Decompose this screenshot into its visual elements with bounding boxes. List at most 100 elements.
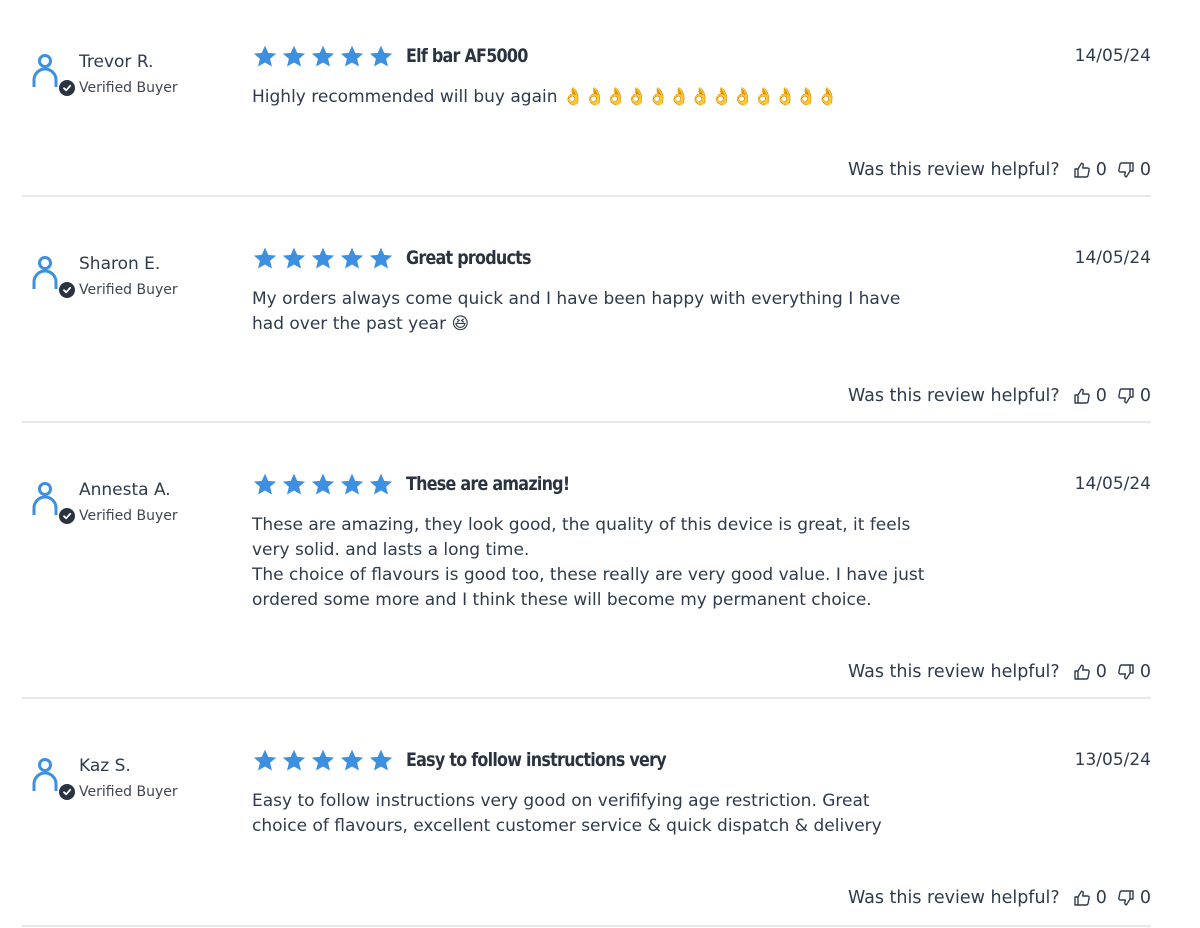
review-item: Kaz S. Verified Buyer Easy to follow ins… xyxy=(22,697,1151,927)
thumbs-down-count: 0 xyxy=(1139,888,1151,908)
review-body: Highly recommended will buy again 👌👌👌👌👌👌… xyxy=(252,87,839,107)
thumbs-up-button[interactable]: 0 xyxy=(1073,662,1107,682)
user-icon xyxy=(32,54,58,87)
verified-check-icon xyxy=(59,80,75,96)
review-content: These are amazing! These are amazing, th… xyxy=(252,469,932,613)
verified-check-icon xyxy=(59,784,75,800)
star-icon xyxy=(340,749,364,770)
avatar xyxy=(32,254,75,298)
thumbs-up-count: 0 xyxy=(1095,888,1107,908)
review-date: 14/05/24 xyxy=(1074,46,1151,66)
thumbs-up-button[interactable]: 0 xyxy=(1073,160,1107,180)
helpful-question: Was this review helpful? xyxy=(847,888,1060,908)
star-icon xyxy=(282,247,306,268)
avatar xyxy=(32,480,75,524)
helpful-prompt: Was this review helpful? 0 0 xyxy=(848,160,1151,180)
thumbs-down-icon xyxy=(1118,162,1134,178)
verified-buyer-label: Verified Buyer xyxy=(79,80,178,96)
helpful-prompt: Was this review helpful? 0 0 xyxy=(848,662,1151,682)
reviewer-name: Kaz S. xyxy=(79,756,131,776)
thumbs-down-count: 0 xyxy=(1139,386,1151,406)
star-icon xyxy=(253,473,277,494)
verified-buyer-label: Verified Buyer xyxy=(79,282,178,298)
review-title: Elf bar AF5000 xyxy=(406,45,528,67)
star-rating xyxy=(252,472,394,497)
user-icon xyxy=(32,256,58,289)
review-item: Annesta A. Verified Buyer These are amaz… xyxy=(22,421,1151,699)
review-date: 13/05/24 xyxy=(1074,750,1151,770)
star-icon xyxy=(282,45,306,66)
thumbs-down-icon xyxy=(1118,664,1134,680)
star-icon xyxy=(369,749,393,770)
review-title: Easy to follow instructions very xyxy=(406,749,667,771)
star-icon xyxy=(282,473,306,494)
star-icon xyxy=(311,473,335,494)
thumbs-down-icon xyxy=(1118,890,1134,906)
thumbs-up-icon xyxy=(1074,388,1090,404)
star-rating xyxy=(252,246,394,271)
review-body: Easy to follow instructions very good on… xyxy=(252,791,882,836)
review-content: Easy to follow instructions very Easy to… xyxy=(252,745,932,839)
reviews-list: Trevor R. Verified Buyer Elf bar AF5000 … xyxy=(0,0,1200,928)
star-rating xyxy=(252,748,394,773)
verified-check-icon xyxy=(59,282,75,298)
star-icon xyxy=(311,749,335,770)
reviewer-name: Annesta A. xyxy=(79,480,171,500)
reviewer: Annesta A. Verified Buyer xyxy=(32,480,232,540)
verified-buyer-label: Verified Buyer xyxy=(79,784,178,800)
helpful-question: Was this review helpful? xyxy=(847,160,1060,180)
review-item: Trevor R. Verified Buyer Elf bar AF5000 … xyxy=(22,0,1151,197)
star-icon xyxy=(282,749,306,770)
thumbs-down-button[interactable]: 0 xyxy=(1117,662,1151,682)
star-icon xyxy=(311,45,335,66)
thumbs-down-button[interactable]: 0 xyxy=(1117,386,1151,406)
review-body: These are amazing, they look good, the q… xyxy=(252,515,925,610)
star-icon xyxy=(253,45,277,66)
reviewer: Kaz S. Verified Buyer xyxy=(32,756,232,816)
avatar xyxy=(32,756,75,800)
thumbs-down-icon xyxy=(1118,388,1134,404)
verified-buyer-label: Verified Buyer xyxy=(79,508,178,524)
thumbs-up-icon xyxy=(1074,890,1090,906)
thumbs-up-count: 0 xyxy=(1095,386,1107,406)
thumbs-down-button[interactable]: 0 xyxy=(1117,888,1151,908)
thumbs-down-button[interactable]: 0 xyxy=(1117,160,1151,180)
thumbs-down-count: 0 xyxy=(1139,160,1151,180)
star-icon xyxy=(340,45,364,66)
thumbs-up-count: 0 xyxy=(1095,160,1107,180)
reviewer: Sharon E. Verified Buyer xyxy=(32,254,232,314)
helpful-question: Was this review helpful? xyxy=(847,662,1060,682)
helpful-question: Was this review helpful? xyxy=(847,386,1060,406)
review-date: 14/05/24 xyxy=(1074,474,1151,494)
thumbs-up-count: 0 xyxy=(1095,662,1107,682)
user-icon xyxy=(32,758,58,791)
thumbs-up-icon xyxy=(1074,162,1090,178)
reviewer-name: Trevor R. xyxy=(79,52,154,72)
thumbs-up-icon xyxy=(1074,664,1090,680)
review-item: Sharon E. Verified Buyer Great products … xyxy=(22,195,1151,423)
star-icon xyxy=(369,45,393,66)
helpful-prompt: Was this review helpful? 0 0 xyxy=(848,888,1151,908)
star-icon xyxy=(369,473,393,494)
star-icon xyxy=(340,473,364,494)
reviewer: Trevor R. Verified Buyer xyxy=(32,52,232,112)
review-content: Elf bar AF5000 Highly recommended will b… xyxy=(252,41,932,110)
thumbs-up-button[interactable]: 0 xyxy=(1073,386,1107,406)
thumbs-up-button[interactable]: 0 xyxy=(1073,888,1107,908)
avatar xyxy=(32,52,75,96)
reviewer-name: Sharon E. xyxy=(79,254,161,274)
user-icon xyxy=(32,482,58,515)
star-rating xyxy=(252,44,394,69)
star-icon xyxy=(340,247,364,268)
verified-check-icon xyxy=(59,508,75,524)
thumbs-down-count: 0 xyxy=(1139,662,1151,682)
star-icon xyxy=(369,247,393,268)
review-content: Great products My orders always come qui… xyxy=(252,243,932,337)
review-title: These are amazing! xyxy=(406,473,570,495)
review-body: My orders always come quick and I have b… xyxy=(252,289,901,334)
star-icon xyxy=(253,247,277,268)
helpful-prompt: Was this review helpful? 0 0 xyxy=(848,386,1151,406)
star-icon xyxy=(311,247,335,268)
review-date: 14/05/24 xyxy=(1074,248,1151,268)
review-title: Great products xyxy=(406,247,532,269)
